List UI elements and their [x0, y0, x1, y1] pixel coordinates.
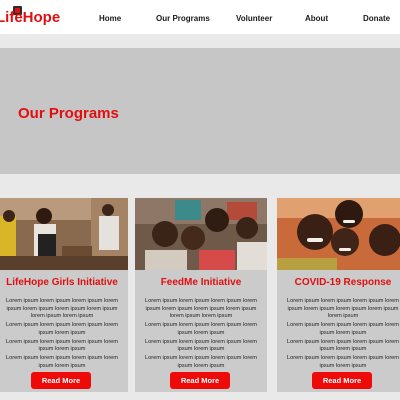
- program-description: Lorem ipsum lorem ipsum lorem ipsum lore…: [281, 298, 400, 372]
- program-title: COVID-19 Response: [294, 277, 392, 288]
- program-paragraph: Lorem ipsum lorem ipsum lorem ipsum lore…: [145, 355, 257, 369]
- site-logo[interactable]: LifeHope: [0, 9, 60, 26]
- read-more-button[interactable]: Read More: [170, 372, 230, 389]
- program-title: LifeHope Girls Initiative: [6, 277, 118, 288]
- program-photo-children-reading: [0, 198, 128, 270]
- program-photo-children-group: [135, 198, 267, 270]
- nav-donate[interactable]: Donate: [363, 14, 390, 23]
- nav-about[interactable]: About: [305, 14, 328, 23]
- nav-our-programs[interactable]: Our Programs: [156, 14, 210, 23]
- program-paragraph: Lorem ipsum lorem ipsum lorem ipsum lore…: [287, 338, 399, 353]
- read-more-button[interactable]: Read More: [31, 372, 91, 389]
- program-paragraph: Lorem ipsum lorem ipsum lorem ipsum lore…: [6, 338, 118, 353]
- read-more-button[interactable]: Read More: [312, 372, 372, 389]
- program-paragraph: Lorem ipsum lorem ipsum lorem ipsum lore…: [6, 322, 118, 336]
- program-paragraph: Lorem ipsum lorem ipsum lorem ipsum lore…: [145, 338, 257, 353]
- site-header: LifeHope Home Our Programs Volunteer Abo…: [0, 0, 400, 34]
- program-card-feedme: FeedMe Initiative Lorem ipsum lorem ipsu…: [135, 198, 267, 392]
- nav-home[interactable]: Home: [99, 14, 121, 23]
- program-description: Lorem ipsum lorem ipsum lorem ipsum lore…: [0, 298, 124, 372]
- program-paragraph: Lorem ipsum lorem ipsum lorem ipsum lore…: [287, 322, 399, 336]
- program-paragraph: Lorem ipsum lorem ipsum lorem ipsum lore…: [6, 298, 118, 320]
- program-card-girls-initiative: LifeHope Girls Initiative Lorem ipsum lo…: [0, 198, 128, 392]
- page-title: Our Programs: [18, 105, 119, 122]
- program-paragraph: Lorem ipsum lorem ipsum lorem ipsum lore…: [145, 322, 257, 336]
- programs-banner: Our Programs: [0, 48, 400, 174]
- nav-volunteer[interactable]: Volunteer: [236, 14, 272, 23]
- program-photo-smiling-children: [277, 198, 400, 270]
- program-paragraph: Lorem ipsum lorem ipsum lorem ipsum lore…: [287, 355, 399, 369]
- program-card-covid-response: COVID-19 Response Lorem ipsum lorem ipsu…: [277, 198, 400, 392]
- program-paragraph: Lorem ipsum lorem ipsum lorem ipsum lore…: [287, 298, 399, 320]
- program-paragraph: Lorem ipsum lorem ipsum lorem ipsum lore…: [145, 298, 257, 320]
- program-description: Lorem ipsum lorem ipsum lorem ipsum lore…: [139, 298, 263, 372]
- program-title: FeedMe Initiative: [160, 277, 242, 288]
- program-paragraph: Lorem ipsum lorem ipsum lorem ipsum lore…: [6, 355, 118, 369]
